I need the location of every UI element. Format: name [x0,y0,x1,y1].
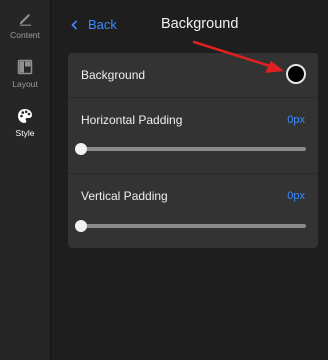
layout-icon [17,59,33,75]
header-bar: Back Background [51,10,328,40]
settings-card: Background Horizontal Padding 0px Vertic… [68,53,318,248]
vertical-padding-value: 0px [287,190,305,202]
vertical-padding-slider-thumb[interactable] [75,220,87,232]
rail-item-label: Content [10,30,40,40]
style-panel: Back Background Background Horizontal Pa… [51,0,328,360]
horizontal-padding-value: 0px [287,114,305,126]
pencil-icon [20,14,31,26]
rail-item-layout[interactable]: Layout [0,55,50,101]
rail-item-label: Layout [12,79,38,89]
background-row: Background [68,53,318,98]
vertical-padding-label: Vertical Padding [81,189,168,203]
vertical-padding-row: Vertical Padding 0px [68,174,318,249]
horizontal-padding-label: Horizontal Padding [81,113,183,127]
page-title: Background [161,16,239,32]
background-color-swatch[interactable] [286,64,306,84]
horizontal-padding-row: Horizontal Padding 0px [68,98,318,174]
horizontal-padding-slider-thumb[interactable] [75,143,87,155]
background-label: Background [81,68,146,82]
rail-item-style[interactable]: Style [0,104,50,150]
chevron-left-icon [71,19,78,30]
side-rail: Content Layout Style [0,0,51,360]
vertical-padding-slider-track[interactable] [75,220,306,232]
back-label: Back [88,17,117,32]
rail-item-content[interactable]: Content [0,6,50,52]
back-button[interactable]: Back [71,17,117,32]
palette-icon [18,109,32,123]
horizontal-padding-slider-track[interactable] [75,143,306,155]
rail-item-label: Style [15,128,35,138]
